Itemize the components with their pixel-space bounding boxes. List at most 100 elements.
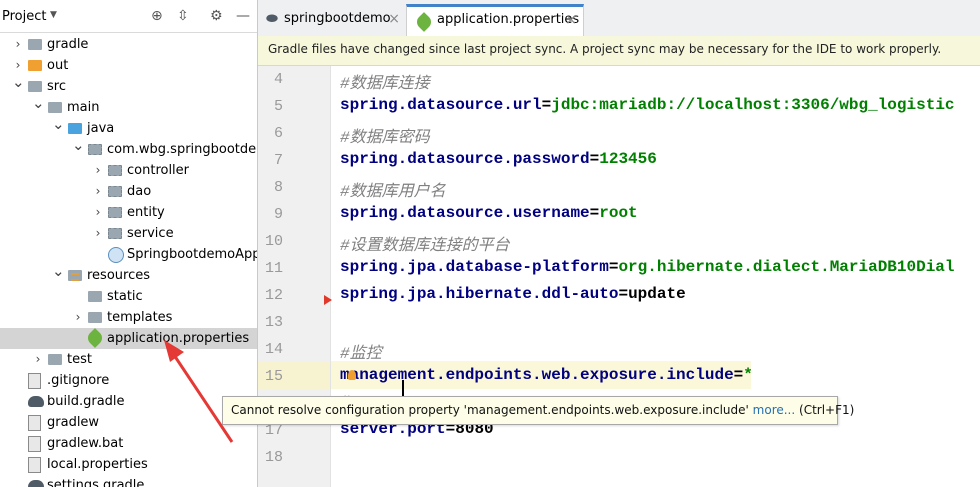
property-value: =: [618, 285, 629, 303]
lightbulb-icon[interactable]: [348, 370, 356, 380]
tree-item[interactable]: › out: [0, 55, 257, 76]
collapse-all-icon[interactable]: ⇳: [177, 8, 189, 24]
tab-application-properties[interactable]: application.properties ×: [406, 4, 584, 37]
chevron-down-icon[interactable]: ⌄: [12, 72, 25, 93]
chevron-right-icon[interactable]: ›: [92, 181, 104, 202]
notification-text: Gradle files have changed since last pro…: [268, 42, 942, 56]
close-icon[interactable]: ×: [565, 5, 577, 35]
tree-item[interactable]: › controller: [0, 160, 257, 181]
gradle-icon: [28, 480, 44, 487]
folder-icon: [88, 291, 102, 302]
file-icon: [28, 457, 41, 473]
chevron-down-icon[interactable]: ⌄: [32, 93, 45, 114]
tree-item[interactable]: › service: [0, 223, 257, 244]
tree-item-label: .gitignore: [47, 373, 110, 388]
line-number: 10: [264, 233, 283, 250]
gradle-icon: [28, 396, 44, 407]
code-line[interactable]: #数据库用户名: [340, 177, 446, 201]
package-icon: [108, 207, 122, 218]
chevron-right-icon[interactable]: ›: [12, 34, 24, 55]
property-value: jdbc:mariadb://localhost:3306/wbg_logist…: [551, 96, 955, 114]
tree-item[interactable]: SpringbootdemoApplicat: [0, 244, 257, 265]
tree-item[interactable]: ⌄ resources: [0, 262, 257, 286]
spring-class-icon: [108, 247, 124, 263]
property-value: =: [589, 150, 600, 168]
tree-item-label: out: [47, 58, 69, 73]
line-number: 4: [273, 71, 283, 88]
tree-item-label: SpringbootdemoApplicat: [127, 247, 257, 262]
chevron-down-icon[interactable]: ▼: [50, 10, 57, 20]
property-key: spring.jpa.hibernate.ddl-auto: [340, 285, 619, 303]
tree-item[interactable]: ⌄ main: [0, 94, 257, 118]
tree-item[interactable]: › templates: [0, 307, 257, 328]
property-value: 123456: [599, 150, 657, 168]
tooltip-text: Cannot resolve configuration property 'm…: [231, 403, 854, 417]
chevron-right-icon[interactable]: ›: [92, 160, 104, 181]
tree-item-label: settings.gradle: [47, 478, 145, 487]
tree-item[interactable]: settings.gradle: [0, 475, 257, 487]
tree-item[interactable]: › gradle: [0, 34, 257, 55]
property-value: update: [628, 285, 686, 303]
annotation-arrow: [164, 340, 234, 443]
gear-icon[interactable]: ⚙: [210, 8, 223, 24]
tree-item[interactable]: ⌄ java: [0, 115, 257, 139]
inspection-tooltip: Cannot resolve configuration property 'm…: [222, 396, 854, 425]
project-panel-header: Project ▼ ⊕ ⇳ ⚙ —: [0, 0, 257, 33]
tree-item[interactable]: static: [0, 286, 257, 307]
spring-leaf-icon: [85, 328, 105, 348]
tree-item[interactable]: › dao: [0, 181, 257, 202]
gradle-icon: ⬬: [266, 11, 278, 27]
line-number: 18: [264, 449, 283, 466]
package-icon: [108, 228, 122, 239]
close-icon[interactable]: ×: [388, 4, 400, 34]
folder-icon: [28, 39, 42, 50]
property-key: spring.jpa.database-platform: [340, 258, 609, 276]
tree-item-label: templates: [107, 310, 173, 325]
line-number: 11: [264, 260, 283, 277]
tree-item-label: com.wbg.springbootdemo: [107, 142, 257, 157]
tree-item-label: src: [47, 79, 66, 94]
code-line[interactable]: spring.datasource.username=root: [340, 204, 638, 222]
property-value: =: [733, 366, 744, 384]
code-line[interactable]: #数据库连接: [340, 69, 430, 93]
hide-panel-icon[interactable]: —: [236, 8, 250, 24]
code-line[interactable]: #监控: [340, 339, 382, 363]
chevron-right-icon[interactable]: ›: [92, 223, 104, 244]
chevron-right-icon[interactable]: ›: [72, 307, 84, 328]
tree-item[interactable]: ⌄ com.wbg.springbootdemo: [0, 136, 257, 160]
package-icon: [88, 144, 102, 155]
line-number: 12: [264, 287, 283, 304]
tree-item[interactable]: local.properties: [0, 454, 257, 475]
line-number: 14: [264, 341, 283, 358]
tree-item-label: dao: [127, 184, 152, 199]
code-line[interactable]: spring.jpa.hibernate.ddl-auto=update: [340, 285, 686, 303]
code-line[interactable]: #设置数据库连接的平台: [340, 231, 510, 255]
tree-item[interactable]: › entity: [0, 202, 257, 223]
chevron-down-icon[interactable]: ⌄: [52, 114, 65, 135]
tree-item-label: gradlew.bat: [47, 436, 124, 451]
gutter-marker-icon[interactable]: [324, 295, 332, 305]
chevron-down-icon[interactable]: ⌄: [72, 135, 85, 156]
locate-file-icon[interactable]: ⊕: [151, 8, 163, 24]
tree-item-label: service: [127, 226, 174, 241]
code-comment: #监控: [340, 345, 382, 363]
project-view-selector[interactable]: Project: [2, 9, 46, 24]
tab-springbootdemo[interactable]: ⬬ springbootdemo ×: [258, 4, 406, 34]
tooltip-shortcut: (Ctrl+F1): [799, 403, 855, 417]
code-line[interactable]: spring.datasource.url=jdbc:mariadb://loc…: [340, 96, 955, 114]
folder-icon: [48, 354, 62, 365]
tooltip-more-link[interactable]: more...: [753, 403, 796, 417]
chevron-right-icon[interactable]: ›: [92, 202, 104, 223]
code-line[interactable]: spring.jpa.database-platform=org.hiberna…: [340, 258, 955, 276]
property-value: =: [589, 204, 600, 222]
folder-icon: [88, 312, 102, 323]
chevron-down-icon[interactable]: ⌄: [52, 261, 65, 282]
code-line[interactable]: #数据库密码: [340, 123, 430, 147]
code-line[interactable]: spring.datasource.password=123456: [340, 150, 657, 168]
chevron-right-icon[interactable]: ›: [32, 349, 44, 370]
tab-label: application.properties: [437, 12, 580, 27]
line-number: 5: [273, 98, 283, 115]
line-number: 6: [273, 125, 283, 142]
property-value: root: [599, 204, 638, 222]
property-value: =: [541, 96, 552, 114]
